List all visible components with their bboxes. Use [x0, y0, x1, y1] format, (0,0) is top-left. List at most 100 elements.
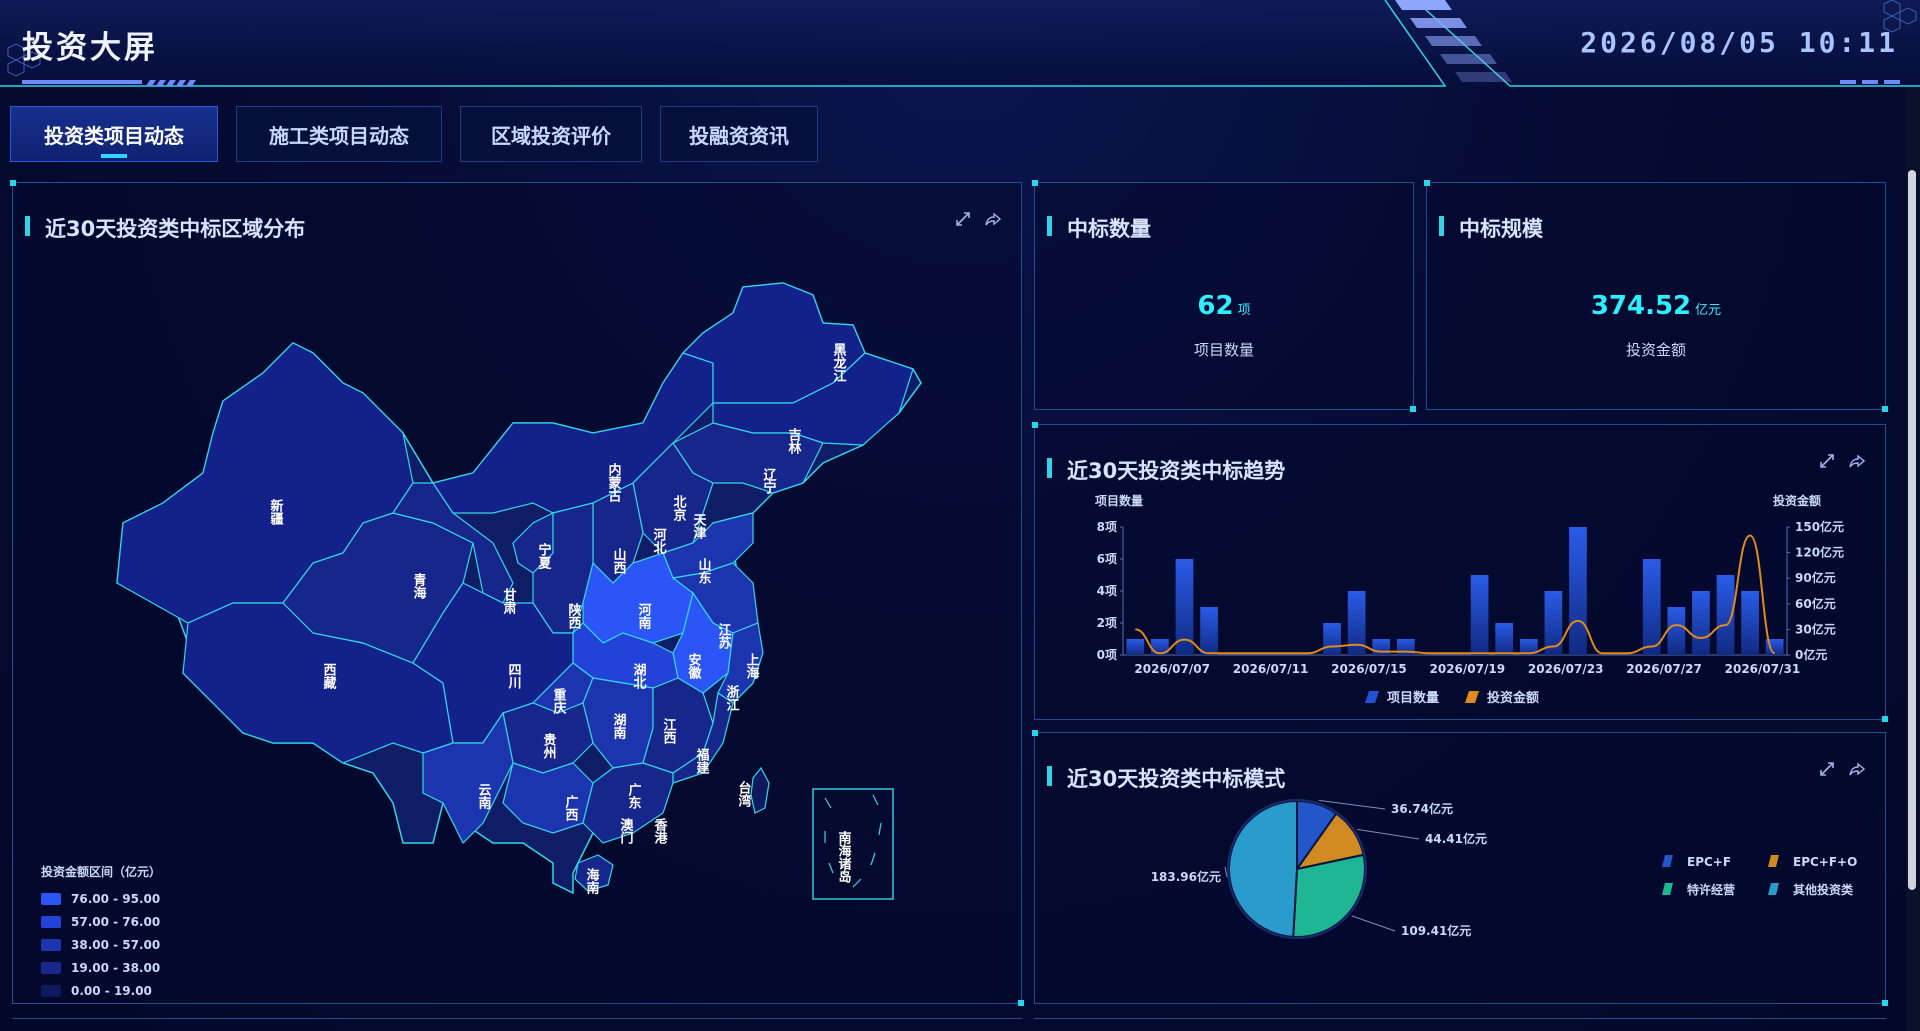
- label-shanxi: 山西: [611, 547, 627, 575]
- left-tick-label: 8项: [1097, 520, 1117, 534]
- label-yunnan: 云南: [476, 783, 492, 810]
- legend-swatch-epcf: [1662, 855, 1673, 867]
- right-tick-label: 150亿元: [1795, 519, 1844, 534]
- label-zhejiang: 浙江: [724, 684, 740, 712]
- legend-item[interactable]: 38.00 - 57.00: [41, 938, 161, 952]
- trend-bar[interactable]: [1569, 527, 1587, 655]
- trend-chart: 项目数量 投资金额 0项 2项 4项 6项 8项 0亿元 30亿元 60亿元 90亿元 120亿元…: [1095, 493, 1844, 706]
- legend-line-label[interactable]: 投资金额: [1487, 690, 1539, 706]
- label-hongkong: 香港: [652, 817, 669, 845]
- label-qinghai: 青海: [411, 572, 427, 600]
- scrollbar-thumb[interactable]: [1908, 170, 1916, 890]
- x-tick-label: 2026/07/31: [1725, 662, 1801, 676]
- right-tick-label: 60亿元: [1795, 596, 1836, 611]
- legend-bar-swatch: [1365, 691, 1379, 703]
- label-xinjiang: 新疆: [268, 498, 284, 526]
- trend-bar[interactable]: [1667, 607, 1686, 655]
- tab-label: 区域投资评价: [491, 123, 611, 148]
- province-taiwan[interactable]: [750, 766, 770, 814]
- bid-count-unit: 项: [1237, 303, 1251, 318]
- x-tick-label: 2026/07/11: [1233, 662, 1309, 676]
- legend-label-epcf[interactable]: EPC+F: [1687, 855, 1731, 869]
- legend-swatch-concession: [1662, 883, 1673, 895]
- right-tick-label: 90亿元: [1795, 570, 1836, 585]
- trend-bar[interactable]: [1126, 639, 1145, 655]
- trend-bar[interactable]: [1692, 591, 1710, 655]
- tab-label: 投资类项目动态: [44, 123, 184, 148]
- tab-regional-evaluation[interactable]: 区域投资评价: [460, 106, 642, 162]
- trend-panel: 近30天投资类中标趋势 项目数量 投资金额 0项 2项 4项 6项 8项 0亿元 30亿元 6…: [1032, 422, 1888, 722]
- legend-item[interactable]: 57.00 - 76.00: [41, 915, 161, 929]
- legend-item[interactable]: 0.00 - 19.00: [41, 984, 161, 998]
- legend-swatch: [41, 893, 61, 905]
- legend-swatch: [41, 916, 61, 928]
- tab-label: 投融资资讯: [689, 123, 789, 148]
- legend-swatch: [41, 962, 61, 974]
- label-beijing: 北京: [671, 495, 687, 522]
- label-jilin: 吉林: [786, 428, 802, 455]
- bid-scale-value: 374.52: [1590, 291, 1692, 321]
- label-taiwan: 台湾: [736, 780, 752, 808]
- bid-count-card: 中标数量 62 项 项目数量: [1032, 180, 1416, 412]
- trend-bar[interactable]: [1200, 607, 1218, 655]
- label-guangdong: 广东: [626, 782, 642, 810]
- trend-bar[interactable]: [1642, 559, 1661, 655]
- pie-chart: 36.74亿元 44.41亿元 109.41亿元 183.96亿元 EPC+F EPC…: [1151, 799, 1857, 939]
- legend-item[interactable]: 76.00 - 95.00: [41, 892, 161, 906]
- trend-bar[interactable]: [1741, 591, 1759, 655]
- pie-slice[interactable]: [1292, 853, 1366, 938]
- trend-bar[interactable]: [1544, 591, 1563, 655]
- label-jiangsu: 江苏: [716, 622, 732, 650]
- tab-investment-projects[interactable]: 投资类项目动态: [10, 106, 218, 162]
- legend-line-swatch: [1465, 691, 1479, 703]
- legend-swatch: [41, 939, 61, 951]
- label-south-china-sea: 南海诸岛: [836, 830, 852, 884]
- label-tianjin: 天津: [691, 513, 707, 540]
- header-bar: 投资大屏 2026/08/05 10:11: [0, 0, 1920, 88]
- pie-slices: [1227, 799, 1367, 939]
- x-tick-label: 2026/07/15: [1331, 662, 1407, 676]
- page-title: 投资大屏: [22, 30, 158, 66]
- label-inner-mongolia: 内蒙古: [606, 462, 622, 503]
- legend-label: 19.00 - 38.00: [71, 961, 161, 975]
- label-chongqing: 重庆: [551, 687, 568, 715]
- active-tab-indicator: [101, 154, 127, 158]
- right-tick-label: 120亿元: [1795, 545, 1844, 560]
- label-hainan: 海南: [584, 867, 600, 895]
- legend-label-concession[interactable]: 特许经营: [1687, 882, 1735, 897]
- x-tick-label: 2026/07/27: [1626, 662, 1702, 676]
- left-tick-label: 4项: [1097, 584, 1117, 598]
- legend-bar-label[interactable]: 项目数量: [1387, 690, 1439, 706]
- trend-bar[interactable]: [1372, 639, 1391, 655]
- trend-bar[interactable]: [1495, 623, 1514, 655]
- tab-financing-news[interactable]: 投融资资讯: [660, 106, 818, 162]
- tab-construction-projects[interactable]: 施工类项目动态: [236, 106, 442, 162]
- label-jiangxi: 江西: [661, 717, 677, 745]
- legend-swatch: [41, 985, 61, 997]
- x-tick-label: 2026/07/07: [1134, 662, 1210, 676]
- legend-label-other[interactable]: 其他投资类: [1793, 882, 1854, 897]
- legend-label-epcfo[interactable]: EPC+F+O: [1793, 855, 1857, 869]
- pie-value-label: 183.96亿元: [1151, 869, 1221, 884]
- label-ningxia: 宁夏: [536, 542, 553, 570]
- legend-label: 57.00 - 76.00: [71, 915, 161, 929]
- trend-bar[interactable]: [1323, 623, 1341, 655]
- label-gansu: 甘肃: [501, 587, 517, 615]
- label-shandong: 山东: [696, 557, 712, 585]
- pie-slice[interactable]: [1228, 799, 1298, 938]
- bid-scale-card: 中标规模 374.52 亿元 投资金额: [1424, 180, 1888, 412]
- label-henan: 河南: [636, 602, 652, 630]
- map-legend: 投资金额区间（亿元） 76.00 - 95.00 57.00 - 76.00 3…: [41, 863, 161, 1007]
- pie-label-leader: [1224, 866, 1228, 878]
- trend-bar[interactable]: [1470, 575, 1489, 655]
- label-hebei: 河北: [651, 527, 667, 555]
- legend-item[interactable]: 19.00 - 38.00: [41, 961, 161, 975]
- map-panel: 近30天投资类中标区域分布 新疆 西藏 青海 甘肃 内蒙古 黑龙江 吉林 辽宁 …: [10, 180, 1024, 1007]
- label-tibet: 西藏: [321, 663, 337, 690]
- stat-value: 374.52 亿元: [1427, 291, 1885, 321]
- bid-count-label: 项目数量: [1193, 341, 1254, 359]
- pie-value-label: 44.41亿元: [1425, 831, 1487, 846]
- legend-label: 38.00 - 57.00: [71, 938, 161, 952]
- card-title: 中标数量: [1047, 213, 1151, 243]
- label-anhui: 安徽: [686, 652, 703, 680]
